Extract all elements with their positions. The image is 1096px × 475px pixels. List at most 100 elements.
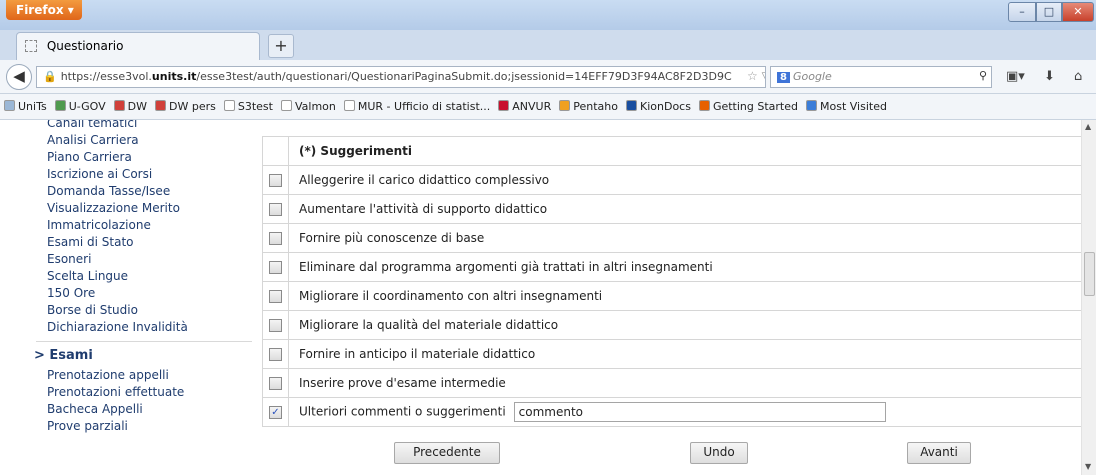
- suggestion-label: Ulteriori commenti o suggerimenti: [299, 404, 506, 419]
- bookmark-favicon-icon: [343, 100, 355, 111]
- bookmark-label: Getting Started: [712, 100, 798, 113]
- url-bar[interactable]: 🔒 https://esse3vol.units.it/esse3test/aut…: [36, 66, 766, 88]
- suggestion-row: Migliorare il coordinamento con altri in…: [262, 281, 1082, 311]
- bookmark-label: MUR - Ufficio di statist...: [357, 100, 491, 113]
- bookmark-item[interactable]: Getting Started: [698, 100, 798, 113]
- suggestion-label: Migliorare la qualità del materiale dida…: [299, 318, 559, 332]
- bookmarks-toolbar: UniTs U-GOV DW DW pers S3test Valmon MUR - Uff…: [0, 94, 1096, 120]
- minimize-button[interactable]: –: [1008, 2, 1036, 22]
- checkbox-cell: [262, 368, 289, 398]
- bookmark-item[interactable]: Pentaho: [559, 100, 618, 113]
- sidebar-item[interactable]: Canali tematici: [0, 120, 262, 131]
- sidebar-item[interactable]: Scelta Lingue: [0, 269, 262, 284]
- sidebar-divider: [36, 341, 252, 342]
- sidebar-item[interactable]: Prenotazioni effettuate: [0, 385, 262, 400]
- close-window-button[interactable]: ✕: [1062, 2, 1094, 22]
- suggestion-cell: Fornire in anticipo il materiale didatti…: [288, 339, 1082, 369]
- undo-button[interactable]: Undo: [690, 442, 748, 464]
- sidebar-item[interactable]: Esoneri: [0, 252, 262, 267]
- table-header-row: (*) Suggerimenti: [262, 136, 1082, 166]
- comment-field[interactable]: commento: [513, 402, 886, 422]
- next-button[interactable]: Avanti: [907, 442, 971, 464]
- suggestion-checkbox[interactable]: [269, 319, 282, 332]
- bookmarks-menu-icon[interactable]: ▣▾: [1006, 69, 1025, 84]
- sidebar-item[interactable]: Iscrizione ai Corsi: [0, 167, 262, 182]
- sidebar-item[interactable]: Piano Carriera: [0, 150, 262, 165]
- sidebar-item[interactable]: Borse di Studio: [0, 303, 262, 318]
- search-magnifier-icon[interactable]: ⚲: [979, 69, 987, 82]
- bookmark-item[interactable]: S3test: [223, 100, 273, 113]
- bookmark-label: Pentaho: [573, 100, 618, 113]
- sidebar-item[interactable]: Analisi Carriera: [0, 133, 262, 148]
- sidebar-item[interactable]: Domanda Tasse/Isee: [0, 184, 262, 199]
- bookmark-item[interactable]: ANVUR: [498, 100, 551, 113]
- suggestion-checkbox[interactable]: [269, 348, 282, 361]
- bookmark-item[interactable]: DW: [113, 100, 148, 113]
- suggestions-table: (*) Suggerimenti Alleggerire il carico d…: [262, 136, 1082, 427]
- suggestion-cell: Migliorare la qualità del materiale dida…: [288, 310, 1082, 340]
- checkbox-cell: [262, 281, 289, 311]
- scrollbar-thumb[interactable]: [1084, 252, 1095, 296]
- bookmark-favicon-icon: [698, 100, 710, 111]
- tab-questionario[interactable]: Questionario: [16, 32, 260, 60]
- suggestion-row: ✓ Ulteriori commenti o suggerimenti commen…: [262, 397, 1082, 427]
- bookmark-item[interactable]: U-GOV: [54, 100, 106, 113]
- suggestion-label: Inserire prove d'esame intermedie: [299, 376, 506, 390]
- suggestion-checkbox[interactable]: [269, 203, 282, 216]
- new-tab-button[interactable]: +: [268, 34, 294, 58]
- sidebar-item[interactable]: 150 Ore: [0, 286, 262, 301]
- suggestion-checkbox[interactable]: ✓: [269, 406, 282, 419]
- navigation-toolbar: ◀ 🔒 https://esse3vol.units.it/esse3test/a…: [0, 60, 1096, 94]
- home-icon[interactable]: ⌂: [1074, 69, 1082, 84]
- suggestion-checkbox[interactable]: [269, 377, 282, 390]
- sidebar-section-esami[interactable]: > Esami: [0, 348, 262, 364]
- bookmark-label: U-GOV: [68, 100, 106, 113]
- scroll-up-icon[interactable]: ▲: [1085, 122, 1091, 131]
- maximize-button[interactable]: □: [1036, 2, 1062, 22]
- checkbox-cell: [262, 252, 289, 282]
- previous-button[interactable]: Precedente: [394, 442, 500, 464]
- search-bar[interactable]: 8 Google ⚲: [770, 66, 992, 88]
- suggestion-row: Fornire più conoscenze di base: [262, 223, 1082, 253]
- bookmark-favicon-icon: [155, 100, 167, 111]
- dropdown-arrow-icon[interactable]: ▽: [762, 69, 765, 83]
- bookmark-favicon-icon: [626, 100, 637, 111]
- suggestion-checkbox[interactable]: [269, 232, 282, 245]
- bookmark-label: ANVUR: [512, 100, 552, 113]
- window-titlebar: Firefox ▾ – □ ✕: [0, 0, 1096, 30]
- sidebar-item[interactable]: Esami di Stato: [0, 235, 262, 250]
- checkbox-cell: [262, 194, 289, 224]
- sidebar-item[interactable]: Bacheca Appelli: [0, 402, 262, 417]
- suggestion-row: Aumentare l'attività di supporto didatti…: [262, 194, 1082, 224]
- suggestion-cell: Eliminare dal programma argomenti già tr…: [288, 252, 1082, 282]
- search-engine-icon[interactable]: 8: [777, 72, 790, 83]
- bookmark-item[interactable]: MUR - Ufficio di statist...: [343, 100, 491, 113]
- bookmark-label: DW: [127, 100, 148, 113]
- bookmark-item[interactable]: Most Visited: [806, 100, 887, 113]
- vertical-scrollbar[interactable]: ▲ ▼: [1081, 120, 1096, 475]
- suggestion-row: Inserire prove d'esame intermedie: [262, 368, 1082, 398]
- bookmark-item[interactable]: KionDocs: [626, 100, 691, 113]
- suggestion-checkbox[interactable]: [269, 290, 282, 303]
- scroll-down-icon[interactable]: ▼: [1085, 462, 1091, 471]
- checkbox-cell: [262, 223, 289, 253]
- bookmark-item[interactable]: DW pers: [155, 100, 216, 113]
- bookmark-label: S3test: [237, 100, 273, 113]
- firefox-menu-button[interactable]: Firefox ▾: [6, 0, 82, 20]
- bookmark-star-icon[interactable]: ☆: [747, 69, 758, 83]
- suggestion-checkbox[interactable]: [269, 261, 282, 274]
- sidebar-item[interactable]: Visualizzazione Merito: [0, 201, 262, 216]
- suggestion-cell: Migliorare il coordinamento con altri in…: [288, 281, 1082, 311]
- bookmark-favicon-icon: [54, 100, 66, 111]
- sidebar-item[interactable]: Prenotazione appelli: [0, 368, 262, 383]
- sidebar-item[interactable]: Dichiarazione Invalidità: [0, 320, 262, 335]
- bookmark-item[interactable]: Valmon: [280, 100, 336, 113]
- download-icon[interactable]: ⬇: [1044, 69, 1055, 84]
- sidebar-item[interactable]: Prove parziali: [0, 419, 262, 434]
- bookmark-item[interactable]: UniTs: [4, 100, 47, 113]
- suggestion-cell: Ulteriori commenti o suggerimenti comment…: [288, 397, 1082, 427]
- suggestion-checkbox[interactable]: [269, 174, 282, 187]
- bookmark-favicon-icon: [223, 100, 235, 111]
- sidebar-item[interactable]: Immatricolazione: [0, 218, 262, 233]
- back-button[interactable]: ◀: [6, 64, 32, 90]
